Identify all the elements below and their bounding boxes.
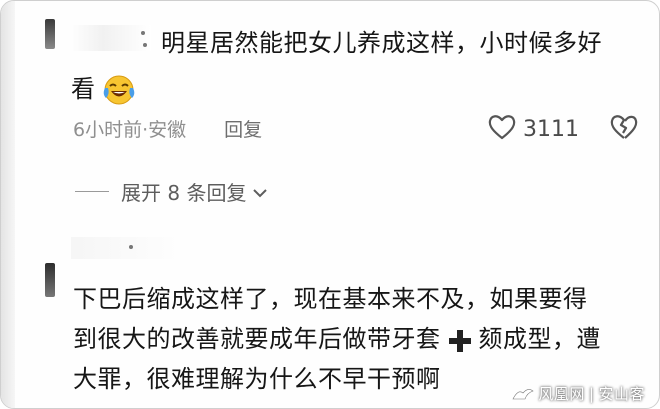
plus-icon — [447, 326, 473, 352]
comment-text-line: 明星居然能把女儿养成这样，小时候多好 — [161, 29, 602, 57]
comment-text-part: 颏成型，遭 — [478, 325, 601, 353]
comment-panel: 明星居然能把女儿养成这样，小时候多好 看 6小时前·安徽 回复 3111 展开 … — [0, 0, 660, 409]
username-redacted — [71, 237, 181, 259]
comment-text-tail: 看 — [71, 75, 96, 103]
phoenix-logo-icon — [512, 387, 535, 401]
heart-icon — [487, 113, 517, 145]
avatar[interactable] — [45, 19, 55, 49]
watermark-brand: 风凰网 — [538, 385, 585, 403]
comment-text-line: 下巴后缩成这样了，现在基本来不及，如果要得 — [73, 285, 588, 313]
watermark-author: 安山客 — [598, 385, 645, 403]
expand-replies-label: 展开 8 条回复 — [121, 181, 247, 205]
avatar[interactable] — [45, 263, 55, 297]
left-edge — [1, 1, 15, 408]
watermark: 风凰网 | 安山客 — [512, 383, 645, 404]
redaction-mark — [141, 31, 145, 35]
chevron-down-icon — [252, 180, 268, 204]
comment-text-line: 到很大的改善就要成年后做带牙套 颏成型，遭 — [73, 319, 601, 359]
expand-replies-button[interactable]: 展开 8 条回复 — [75, 177, 268, 206]
redaction-mark — [143, 43, 147, 47]
watermark-separator: | — [588, 384, 595, 403]
comment-text-line: 大罪，很难理解为什么不早干预啊 — [73, 365, 441, 393]
laughing-crying-emoji-icon — [102, 72, 136, 106]
comment-text-part: 到很大的改善就要成年后做带牙套 — [73, 325, 441, 353]
comment-meta: 6小时前·安徽 回复 — [73, 115, 262, 142]
timestamp-location: 6小时前·安徽 — [73, 119, 187, 141]
divider-line — [75, 190, 109, 193]
reply-button[interactable]: 回复 — [224, 115, 262, 142]
like-count: 3111 — [523, 116, 579, 142]
redaction-mark — [129, 245, 133, 249]
broken-heart-icon[interactable] — [609, 113, 639, 145]
comment-text-line: 看 — [71, 69, 136, 109]
like-button[interactable]: 3111 — [487, 113, 579, 145]
username-redacted — [71, 25, 151, 51]
